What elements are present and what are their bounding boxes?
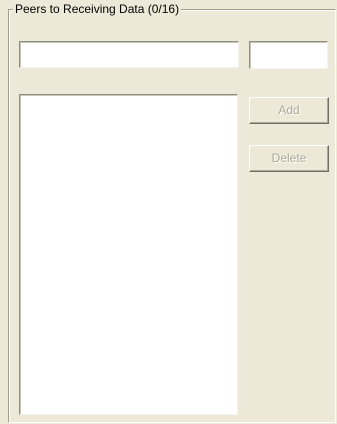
delete-button[interactable]: Delete <box>249 145 329 172</box>
add-button[interactable]: Add <box>249 97 329 124</box>
peers-group-title: Peers to Receiving Data (0/16) <box>13 2 182 16</box>
peer-list[interactable] <box>19 94 238 415</box>
peer-address-input[interactable] <box>19 41 239 68</box>
peer-port-input[interactable] <box>249 41 328 69</box>
